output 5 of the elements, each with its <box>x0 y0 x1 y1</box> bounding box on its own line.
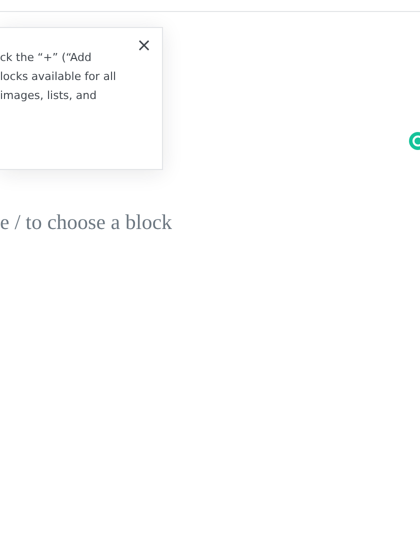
block-placeholder[interactable]: e / to choose a block <box>0 210 420 235</box>
close-button[interactable]: × <box>136 38 152 54</box>
tip-text: ck the “+” (“Add <box>0 50 92 66</box>
tip-text: locks available for all <box>0 69 116 85</box>
tip-text: images, lists, and <box>0 88 98 104</box>
